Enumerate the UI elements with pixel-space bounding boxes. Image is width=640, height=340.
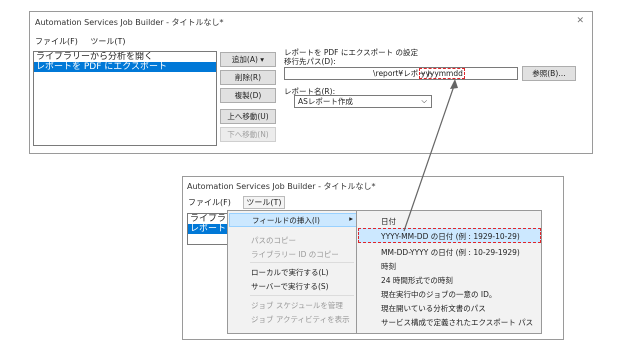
callout-arrow — [403, 79, 458, 232]
